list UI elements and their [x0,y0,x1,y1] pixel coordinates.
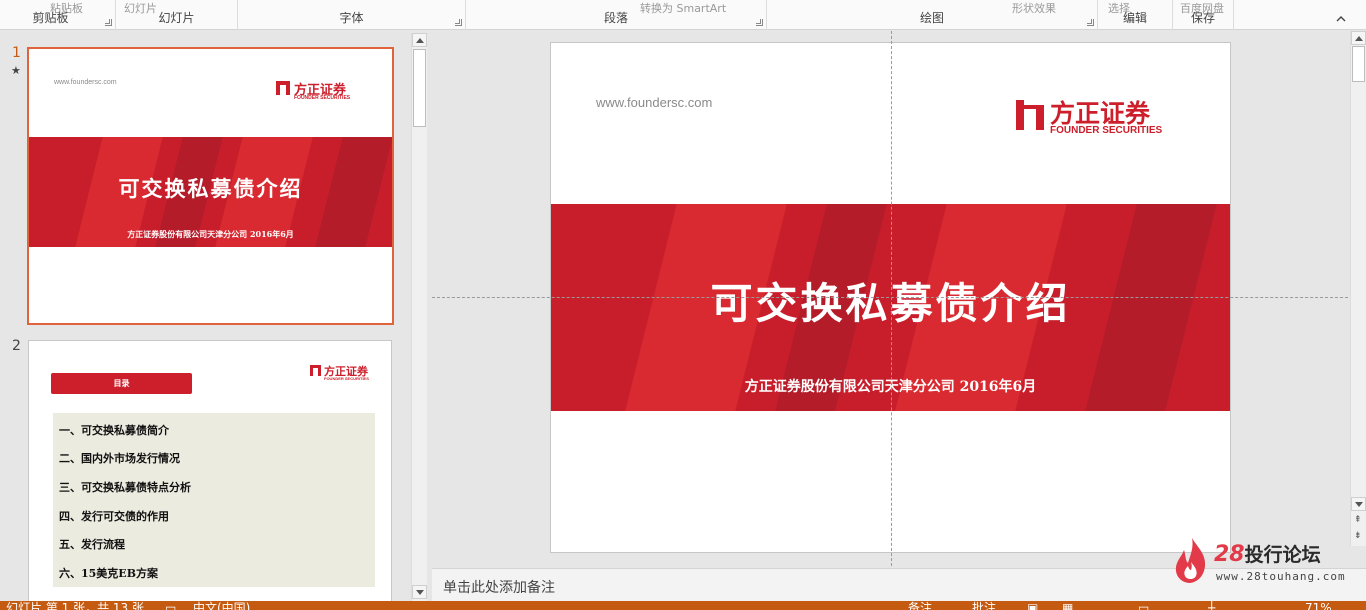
thumb-scroll-thumb[interactable] [413,49,426,127]
group-clipboard: 剪贴板 [0,0,116,30]
edit-scroll-down-button[interactable] [1351,497,1366,511]
toc-item-6: 六、15美克EB方案 [59,567,158,580]
slide-1-thumbnail[interactable]: www.foundersc.com 方正证券 FOUNDER SECURITIE… [27,47,394,325]
watermark-url: www.28touhang.com [1216,570,1346,583]
founder-logo: 方正证券 FOUNDER SECURITIES [1016,94,1186,138]
status-bar: 幻灯片 第 1 张，共 13 张 ▭ 中文(中国) 备注 批注 ▣ ▦ ▭ ┼ … [0,601,1366,610]
slideshow-view-icon[interactable]: ▭ [1138,602,1149,610]
status-slide-info: 幻灯片 第 1 张，共 13 张 [6,601,144,610]
watermark: 28投行论坛 www.28touhang.com [1172,536,1345,586]
status-notes-button[interactable]: 备注 [908,602,932,610]
thumb1-logo: 方正证券 FOUNDER SECURITIES [276,79,366,103]
thumb1-title: 可交换私募债介绍 [118,176,303,201]
toc-item-1: 一、可交换私募债简介 [59,424,169,437]
page-nav-buttons: ⇞ ⇟ [1350,514,1366,548]
status-proofing-icon[interactable]: ▭ [165,602,176,610]
thumb-scroll-down-button[interactable] [412,585,427,599]
zoom-slider[interactable]: ┼ [1208,602,1215,610]
collapse-ribbon-icon[interactable] [1336,14,1346,24]
flame-icon [1175,538,1206,583]
thumb1-url: www.foundersc.com [54,79,117,86]
clipboard-launcher-icon[interactable] [105,19,112,26]
paragraph-launcher-icon[interactable] [756,19,763,26]
status-zoom[interactable]: 71% [1305,602,1332,610]
group-paragraph-label: 段落 [603,11,628,25]
toc-item-4: 四、发行可交债的作用 [59,510,169,523]
group-save-label: 保存 [1190,11,1215,25]
watermark-number: 28 [1214,542,1245,567]
slide-2-number: 2 [12,338,21,354]
slide-url-text: www.foundersc.com [596,95,713,110]
ribbon: 粘贴板 幻灯片 转换为 SmartArt 形状效果 选择 百度网盘 剪贴板 幻灯… [0,0,1366,30]
group-font: 字体 [238,0,466,30]
next-slide-icon[interactable]: ⇟ [1354,532,1362,541]
thumbnail-scrollbar[interactable] [411,33,427,601]
group-clipboard-label: 剪贴板 [32,11,69,25]
slide-2-thumbnail[interactable]: 目录 方正证券 FOUNDER SECURITIES 一、可交换私募债简介 二、… [28,340,392,602]
font-launcher-icon[interactable] [455,19,462,26]
edit-scroll-up-button[interactable] [1351,31,1366,45]
group-slides: 幻灯片 [116,0,238,30]
toc-item-5: 五、发行流程 [59,538,125,551]
sorter-view-icon[interactable]: ▦ [1062,602,1073,610]
vertical-guide[interactable] [891,31,892,566]
group-editing: 编辑 [1098,0,1173,30]
logo-english-text: FOUNDER SECURITIES [1050,125,1163,136]
group-drawing: 绘图 [767,0,1098,30]
group-slides-label: 幻灯片 [158,11,195,25]
horizontal-guide[interactable] [432,297,1348,298]
toc-item-2: 二、国内外市场发行情况 [59,452,180,465]
slide-1-number: 1 [12,45,21,61]
thumb1-banner: 可交换私募债介绍 方正证券股份有限公司天津分公司 2016年6月 [29,137,392,247]
group-font-label: 字体 [339,11,364,25]
status-comments-button[interactable]: 批注 [972,602,996,610]
normal-view-icon[interactable]: ▣ [1027,602,1038,610]
powerpoint-window: 粘贴板 幻灯片 转换为 SmartArt 形状效果 选择 百度网盘 剪贴板 幻灯… [0,0,1366,610]
group-editing-label: 编辑 [1122,11,1147,25]
notes-placeholder[interactable]: 单击此处添加备注 [443,577,555,597]
drawing-launcher-icon[interactable] [1087,19,1094,26]
group-paragraph: 段落 [466,0,767,30]
toc-box: 一、可交换私募债简介 二、国内外市场发行情况 三、可交换私募债特点分析 四、发行… [53,413,375,587]
thumb2-logo: 方正证券 FOUNDER SECURITIES [310,363,380,383]
watermark-text: 投行论坛 [1244,544,1321,566]
thumb1-subtitle: 方正证券股份有限公司天津分公司 2016年6月 [127,229,294,239]
edit-scroll-thumb[interactable] [1352,46,1365,82]
thumb-scroll-up-button[interactable] [412,33,427,47]
toc-item-3: 三、可交换私募债特点分析 [59,481,191,494]
prev-slide-icon[interactable]: ⇞ [1354,516,1362,525]
toc-title: 目录 [51,373,192,394]
animation-star-icon: ★ [11,64,21,77]
watermark-title: 28投行论坛 [1214,540,1321,567]
editing-scrollbar[interactable] [1350,31,1366,546]
group-save: 保存 [1173,0,1234,30]
group-drawing-label: 绘图 [919,11,944,25]
status-language[interactable]: 中文(中国) [193,602,250,610]
